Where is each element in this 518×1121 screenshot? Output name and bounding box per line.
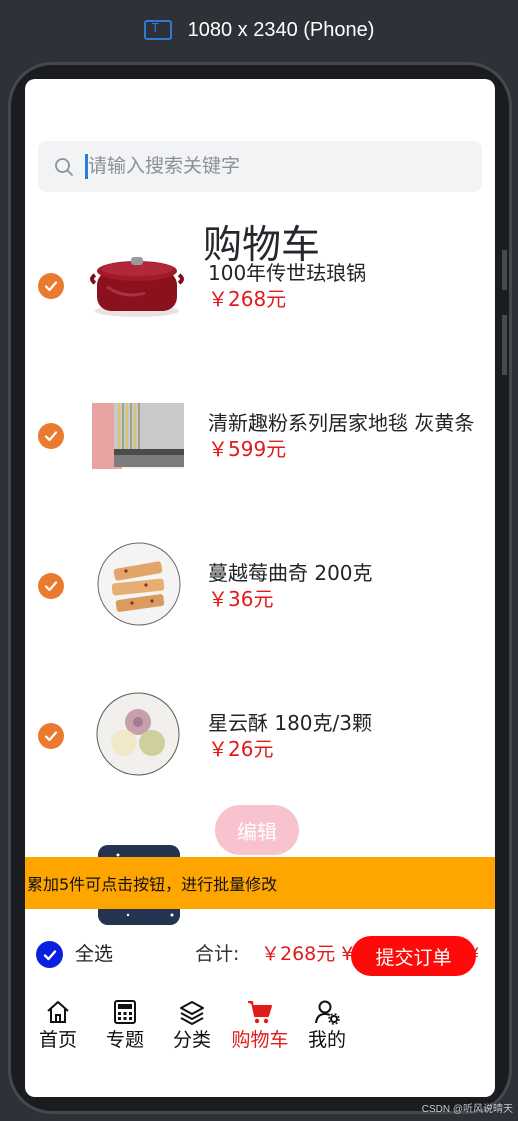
search-icon: [55, 158, 73, 176]
select-all-label[interactable]: 全选: [75, 942, 113, 967]
nav-label-home: 首页: [38, 1029, 77, 1051]
user-settings-icon: [315, 1000, 340, 1025]
item-price: ￥268元: [208, 287, 287, 311]
nav-item-topics[interactable]: 专题: [95, 997, 155, 1057]
bottom-nav: 首页 专题 分类 购物车 我的: [25, 997, 495, 1057]
search-input[interactable]: 请输入搜索关键字: [38, 141, 482, 192]
submit-order-button[interactable]: 提交订单: [351, 936, 476, 976]
device-label-bar: 1080 x 2340 (Phone): [0, 0, 518, 60]
item-price: ￥36元: [208, 587, 274, 611]
page-title: 购物车: [203, 223, 321, 268]
item-check-icon[interactable]: [38, 423, 64, 449]
total-label: 合计:: [195, 943, 240, 965]
submit-order-label: 提交订单: [375, 946, 452, 969]
nav-label-cart: 购物车: [231, 1029, 289, 1051]
item-name: 蔓越莓曲奇 200克: [208, 561, 373, 585]
item-name: 星云酥 180克/3颗: [208, 711, 372, 735]
watermark: CSDN @听风说晴天: [421, 1104, 513, 1115]
nav-label-topics: 专题: [105, 1029, 144, 1051]
nav-label-mine: 我的: [307, 1029, 346, 1051]
nav-item-mine[interactable]: 我的: [297, 997, 357, 1057]
item-check-icon[interactable]: [38, 273, 64, 299]
calculator-icon: [114, 1000, 136, 1024]
nav-item-cart[interactable]: 购物车: [229, 997, 291, 1057]
cookie-image: [97, 542, 181, 626]
device-label: 1080 x 2340 (Phone): [187, 18, 375, 41]
device-type-icon: [143, 20, 172, 40]
nav-item-category[interactable]: 分类: [162, 997, 222, 1057]
select-all-check-icon[interactable]: [36, 941, 63, 968]
item-name: 清新趣粉系列居家地毯 灰黄条: [208, 411, 475, 435]
power-button: [502, 315, 507, 375]
cart-icon: [248, 1001, 272, 1024]
search-placeholder: 请输入搜索关键字: [88, 155, 241, 177]
item-price: ￥599元: [208, 437, 287, 461]
notice-text: 累加5件可点击按钮，进行批量修改: [27, 875, 278, 894]
item-check-icon[interactable]: [38, 723, 64, 749]
volume-button: [502, 250, 507, 290]
home-icon: [47, 1001, 69, 1023]
enamel-pot-image: [90, 257, 184, 317]
nav-item-home[interactable]: 首页: [28, 997, 88, 1057]
rug-image: [92, 403, 184, 469]
item-price: ￥26元: [208, 737, 274, 761]
nav-label-category: 分类: [172, 1029, 211, 1051]
total-value: ￥268元 ¥: [261, 943, 354, 965]
edit-button-label: 编辑: [237, 819, 277, 844]
item-check-icon[interactable]: [38, 573, 64, 599]
pastry-image: [96, 692, 180, 776]
phone-screen: 请输入搜索关键字 100年传世珐琅锅 ￥268元 清新趣粉系列居家地毯 灰黄条 …: [25, 79, 495, 1097]
batch-edit-notice: 累加5件可点击按钮，进行批量修改: [25, 857, 495, 909]
layers-icon: [180, 1001, 204, 1025]
edit-button[interactable]: 编辑: [215, 805, 299, 855]
